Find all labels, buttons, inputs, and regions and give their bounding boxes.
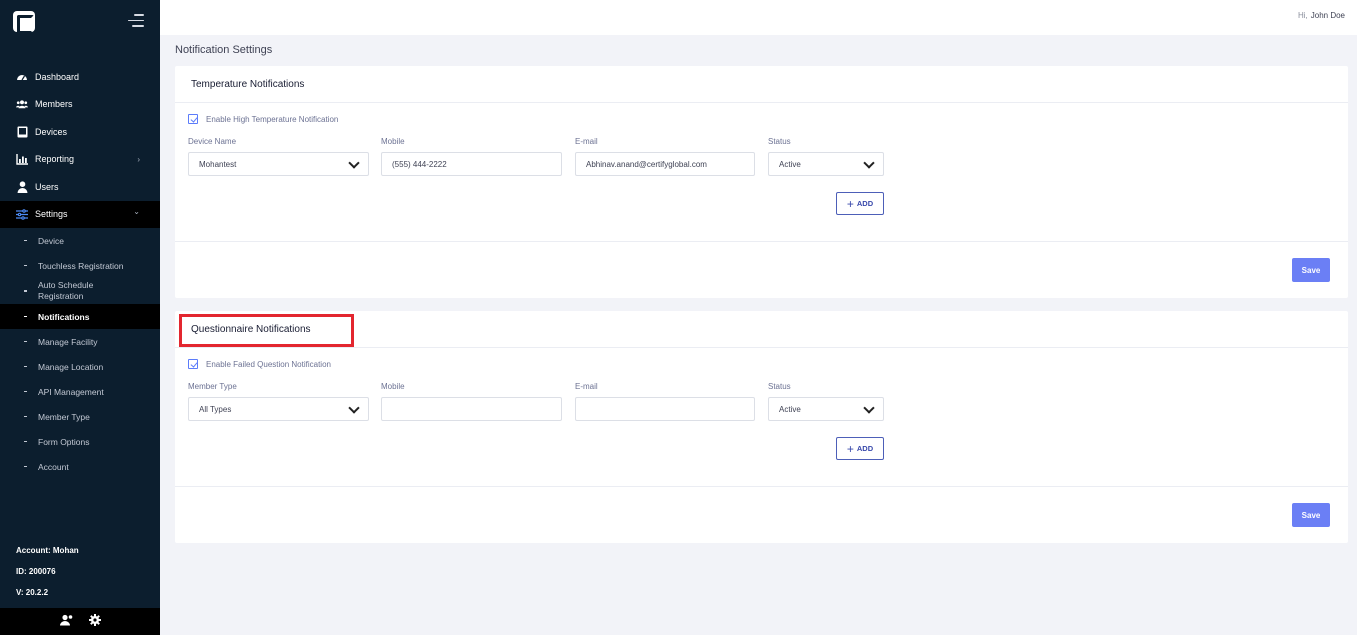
sidebar-item-settings[interactable]: Settings ⌄: [0, 200, 160, 228]
mobile-label: Mobile: [381, 382, 405, 391]
submenu-item-notifications[interactable]: Notifications: [0, 304, 160, 329]
account-name: Account: Mohan: [16, 546, 79, 555]
device-name-label: Device Name: [188, 137, 237, 146]
submenu-item-auto-schedule-registration[interactable]: Auto Schedule Registration: [0, 278, 160, 304]
checkbox-checked-icon[interactable]: [188, 359, 198, 369]
sidebar-item-label: Users: [35, 181, 59, 192]
card-title: Questionnaire Notifications: [175, 311, 1348, 348]
sidebar-footer: [0, 608, 160, 635]
email-input[interactable]: [575, 397, 755, 421]
sidebar-item-label: Dashboard: [35, 71, 80, 82]
chevron-right-icon: ›: [137, 154, 140, 164]
app-logo[interactable]: [13, 11, 35, 34]
dashboard-icon: [16, 71, 28, 83]
user-greeting[interactable]: Hi, John Doe: [1298, 11, 1345, 20]
card-body: Enable High Temperature Notification Dev…: [175, 103, 1348, 242]
sidebar-item-label: Settings: [35, 209, 68, 220]
submenu-item-manage-facility[interactable]: Manage Facility: [0, 329, 160, 354]
status-select[interactable]: Active: [768, 152, 884, 176]
sidebar-item-reporting[interactable]: Reporting ›: [0, 146, 160, 174]
card-title: Temperature Notifications: [175, 66, 1348, 103]
email-input[interactable]: Abhinav.anand@certifyglobal.com: [575, 152, 755, 176]
sidebar-nav: Dashboard Members Devices Reporting › Us…: [0, 63, 160, 479]
checkbox-label: Enable Failed Question Notification: [206, 359, 331, 369]
failed-question-checkbox-row[interactable]: Enable Failed Question Notification: [188, 359, 331, 369]
sidebar-item-users[interactable]: Users: [0, 173, 160, 201]
settings-submenu: Device Touchless Registration Auto Sched…: [0, 228, 160, 479]
sidebar-item-label: Reporting: [35, 154, 75, 165]
card-body: Enable Failed Question Notification Memb…: [175, 348, 1348, 487]
app-version: V: 20.2.2: [16, 588, 49, 597]
devices-icon: [16, 126, 28, 138]
status-label: Status: [768, 382, 791, 391]
user-name: John Doe: [1310, 11, 1345, 20]
plus-icon: +: [846, 441, 854, 456]
member-type-select[interactable]: All Types: [188, 397, 369, 421]
status-label: Status: [768, 137, 791, 146]
submenu-item-member-type[interactable]: Member Type: [0, 404, 160, 429]
save-button[interactable]: Save: [1292, 258, 1330, 282]
account-id: ID: 200076: [16, 567, 56, 576]
sidebar-item-label: Devices: [35, 126, 68, 137]
submenu-item-device[interactable]: Device: [0, 228, 160, 253]
card-footer: Save: [175, 242, 1348, 298]
submenu-item-api-management[interactable]: API Management: [0, 379, 160, 404]
temperature-notifications-card: Temperature Notifications Enable High Te…: [175, 66, 1348, 298]
email-label: E-mail: [575, 137, 598, 146]
reporting-icon: [16, 153, 28, 165]
mobile-input[interactable]: [381, 397, 562, 421]
top-bar: Hi, John Doe: [160, 0, 1357, 35]
user-switch-icon[interactable]: [59, 613, 73, 631]
submenu-item-touchless-registration[interactable]: Touchless Registration: [0, 253, 160, 278]
gear-icon[interactable]: [88, 613, 101, 631]
highlight-box: [179, 314, 354, 347]
menu-toggle-icon[interactable]: [128, 14, 144, 28]
settings-sliders-icon: [16, 208, 28, 220]
user-icon: [16, 181, 28, 193]
submenu-item-manage-location[interactable]: Manage Location: [0, 354, 160, 379]
save-button[interactable]: Save: [1292, 503, 1330, 527]
mobile-input[interactable]: (555) 444-2222: [381, 152, 562, 176]
high-temperature-checkbox-row[interactable]: Enable High Temperature Notification: [188, 114, 338, 124]
card-footer: Save: [175, 487, 1348, 543]
sidebar-item-members[interactable]: Members: [0, 91, 160, 119]
checkbox-label: Enable High Temperature Notification: [206, 114, 339, 124]
sidebar-item-devices[interactable]: Devices: [0, 118, 160, 146]
page-title: Notification Settings: [175, 44, 273, 56]
submenu-item-form-options[interactable]: Form Options: [0, 429, 160, 454]
sidebar-item-dashboard[interactable]: Dashboard: [0, 63, 160, 91]
questionnaire-notifications-card: Questionnaire Notifications Enable Faile…: [175, 311, 1348, 543]
sidebar: Dashboard Members Devices Reporting › Us…: [0, 0, 160, 635]
plus-icon: +: [846, 196, 854, 211]
sidebar-item-label: Members: [35, 99, 73, 110]
device-name-select[interactable]: Mohantest: [188, 152, 369, 176]
mobile-label: Mobile: [381, 137, 405, 146]
members-icon: [16, 98, 28, 110]
add-button[interactable]: + ADD: [836, 437, 884, 460]
member-type-label: Member Type: [188, 382, 237, 391]
submenu-item-account[interactable]: Account: [0, 454, 160, 479]
checkbox-checked-icon[interactable]: [188, 114, 198, 124]
email-label: E-mail: [575, 382, 598, 391]
add-button[interactable]: + ADD: [836, 192, 884, 215]
status-select[interactable]: Active: [768, 397, 884, 421]
chevron-down-icon: ⌄: [133, 206, 140, 216]
